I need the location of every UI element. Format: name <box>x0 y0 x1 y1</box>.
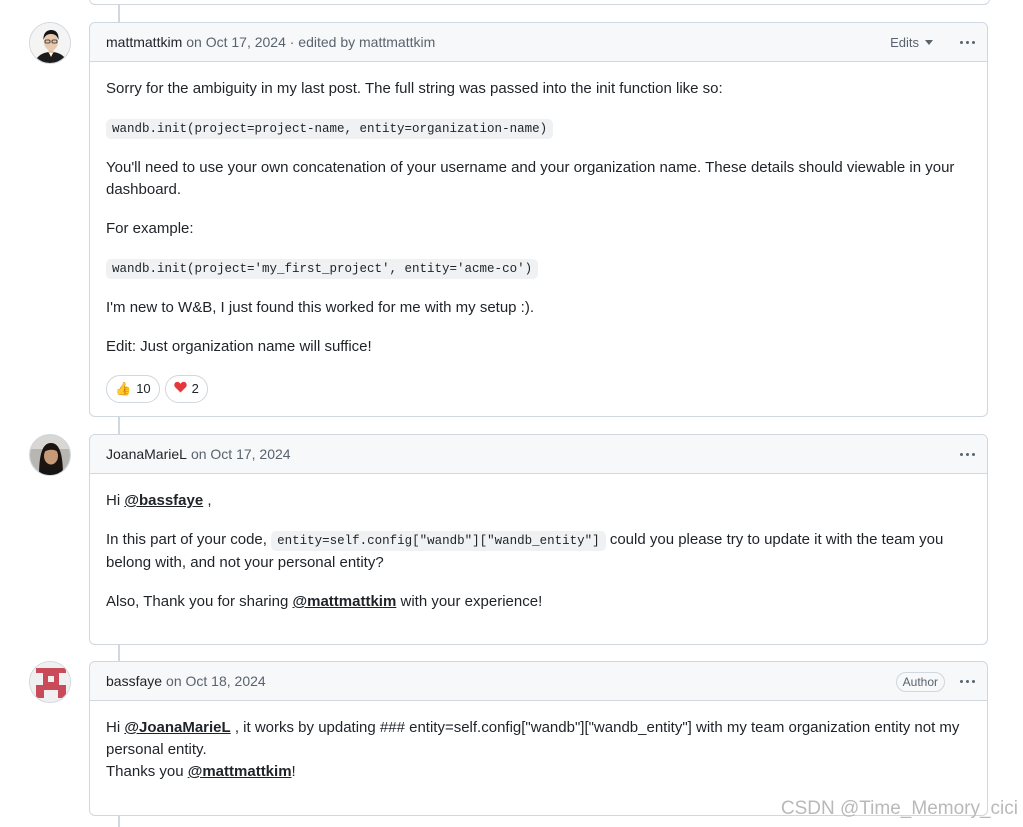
comment-header: bassfaye on Oct 18, 2024 Author <box>90 662 987 701</box>
comment-date[interactable]: on Oct 17, 2024 · edited by mattmattkim <box>186 34 435 50</box>
text: with your experience! <box>396 593 543 610</box>
author-link[interactable]: bassfaye <box>106 673 162 689</box>
comment-paragraph: Hi @JoanaMarieL , it works by updating #… <box>106 717 971 783</box>
comment-paragraph: Hi @bassfaye , <box>106 490 971 512</box>
text: , <box>203 492 212 509</box>
inline-code: entity=self.config["wandb"]["wandb_entit… <box>271 531 606 551</box>
watermark: CSDN @Time_Memory_cici <box>780 798 1018 819</box>
comment-mattmattkim: mattmattkim on Oct 17, 2024 · edited by … <box>89 22 988 417</box>
text: Hi <box>106 719 125 736</box>
author-link[interactable]: JoanaMarieL <box>106 446 187 462</box>
comment-date[interactable]: on Oct 18, 2024 <box>166 673 266 689</box>
more-options-icon[interactable] <box>957 33 977 53</box>
text: In this part of your code, <box>106 531 272 548</box>
author-link[interactable]: mattmattkim <box>106 34 182 50</box>
inline-code: wandb.init(project='my_first_project', e… <box>106 259 539 279</box>
reaction-heart-button[interactable]: 2 <box>164 375 208 403</box>
comment-date[interactable]: on Oct 17, 2024 <box>191 446 291 462</box>
text: Thanks you <box>106 763 188 780</box>
avatar-bassfaye[interactable] <box>29 661 71 703</box>
comment-paragraph: Also, Thank you for sharing @mattmattkim… <box>106 591 971 613</box>
caret-down-icon <box>925 40 933 45</box>
reaction-count: 10 <box>136 381 151 396</box>
comment-header: JoanaMarieL on Oct 17, 2024 <box>90 435 987 474</box>
timeline-line <box>118 816 120 827</box>
avatar-portrait-icon <box>30 23 70 63</box>
avatar-portrait-icon <box>30 435 70 475</box>
mention-link[interactable]: @bassfaye <box>124 492 203 509</box>
more-options-icon[interactable] <box>957 672 977 692</box>
comment-paragraph: You'll need to use your own concatenatio… <box>106 159 955 198</box>
reaction-thumbs-up-button[interactable]: 👍 10 <box>106 375 160 403</box>
comment-paragraph: wandb.init(project=project-name, entity=… <box>106 117 971 140</box>
edits-label: Edits <box>890 35 919 50</box>
mention-link[interactable]: @mattmattkim <box>293 593 397 610</box>
comment-paragraph: Edit: Just organization name will suffic… <box>106 338 372 355</box>
text: Also, Thank you for sharing <box>106 593 293 610</box>
text: , it works by updating ### entity=self.c… <box>106 719 960 758</box>
thumbs-up-icon: 👍 <box>115 381 132 396</box>
heart-icon <box>173 378 187 400</box>
comment-body: Hi @bassfaye , In this part of your code… <box>90 474 987 613</box>
comment-paragraph: In this part of your code, entity=self.c… <box>106 529 971 574</box>
reaction-count: 2 <box>191 381 199 396</box>
timeline-line <box>118 645 120 661</box>
avatar-joanamariel[interactable] <box>29 434 71 476</box>
identicon-icon <box>30 662 70 702</box>
author-badge: Author <box>895 671 945 692</box>
more-options-icon[interactable] <box>957 445 977 465</box>
previous-comment-edge <box>89 0 990 5</box>
comment-body: Sorry for the ambiguity in my last post.… <box>90 62 987 419</box>
comment-bassfaye: bassfaye on Oct 18, 2024 Author Hi @Joan… <box>89 661 988 816</box>
comment-joanamariel: JoanaMarieL on Oct 17, 2024 Hi @bassfaye… <box>89 434 988 645</box>
mention-link[interactable]: @mattmattkim <box>188 763 292 780</box>
comment-header: mattmattkim on Oct 17, 2024 · edited by … <box>90 23 987 62</box>
comment-paragraph: I'm new to W&B, I just found this worked… <box>106 299 535 316</box>
comment-paragraph: For example: <box>106 220 194 237</box>
edits-dropdown[interactable]: Edits <box>890 35 933 50</box>
comment-body: Hi @JoanaMarieL , it works by updating #… <box>90 701 987 783</box>
inline-code: wandb.init(project=project-name, entity=… <box>106 119 554 139</box>
text: Hi <box>106 492 125 509</box>
avatar-mattmattkim[interactable] <box>29 22 71 64</box>
timeline-line <box>118 417 120 434</box>
reactions-bar: 👍 10 2 <box>106 375 971 419</box>
text: ! <box>291 763 296 780</box>
comment-paragraph: wandb.init(project='my_first_project', e… <box>106 257 971 280</box>
mention-link[interactable]: @JoanaMarieL <box>124 719 230 736</box>
comment-paragraph: Sorry for the ambiguity in my last post.… <box>106 80 723 97</box>
